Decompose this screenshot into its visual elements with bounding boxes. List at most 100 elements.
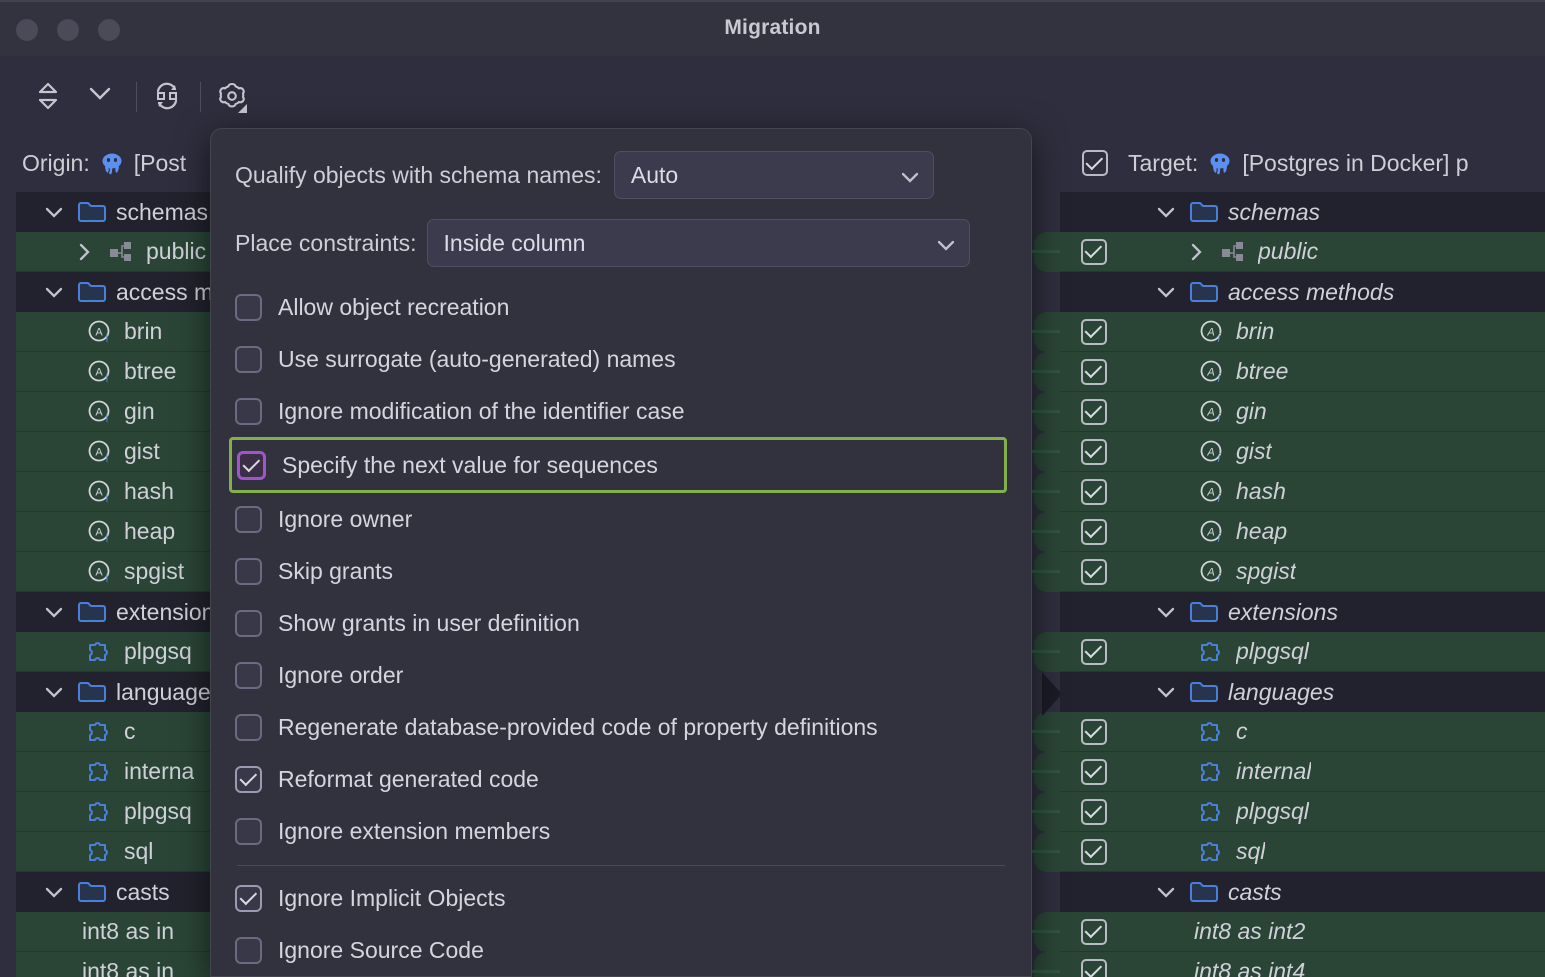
chevron-down-icon[interactable] xyxy=(34,686,74,698)
row-checkbox[interactable] xyxy=(1081,319,1107,345)
chevron-down-icon[interactable] xyxy=(1146,286,1186,298)
option-checkbox[interactable] xyxy=(235,714,262,741)
collapse-icon[interactable] xyxy=(78,74,122,118)
settings-option[interactable]: Ignore extension members xyxy=(235,805,1007,857)
tree-folder-row[interactable]: access methods xyxy=(1060,272,1545,312)
target-connection[interactable]: [Postgres in Docker] p xyxy=(1242,150,1468,177)
chevron-down-icon[interactable] xyxy=(901,162,919,189)
option-checkbox[interactable] xyxy=(237,451,266,480)
row-checkbox[interactable] xyxy=(1081,759,1107,785)
row-checkbox[interactable] xyxy=(1081,559,1107,585)
row-checkbox[interactable] xyxy=(1081,239,1107,265)
settings-option[interactable]: Ignore owner xyxy=(235,493,1007,545)
tree-leaf-row[interactable]: Aihash xyxy=(1060,472,1545,512)
option-checkbox[interactable] xyxy=(235,398,262,425)
chevron-down-icon[interactable] xyxy=(1146,206,1186,218)
chevron-down-icon[interactable] xyxy=(1146,886,1186,898)
row-checkbox-cell[interactable] xyxy=(1060,479,1128,505)
tree-folder-row[interactable]: schemas xyxy=(1060,192,1545,232)
chevron-down-icon[interactable] xyxy=(937,230,955,257)
tree-leaf-row[interactable]: internal xyxy=(1060,752,1545,792)
settings-option[interactable]: Ignore Implicit Objects xyxy=(235,872,1007,924)
row-checkbox-cell[interactable] xyxy=(1060,919,1128,945)
option-checkbox[interactable] xyxy=(235,885,262,912)
row-checkbox[interactable] xyxy=(1081,439,1107,465)
tree-folder-row[interactable]: extensions xyxy=(1060,592,1545,632)
chevron-down-icon[interactable] xyxy=(34,206,74,218)
settings-option[interactable]: Specify the next value for sequences xyxy=(229,437,1007,493)
place-constraints-select[interactable]: Inside column xyxy=(427,219,970,267)
chevron-down-icon[interactable] xyxy=(1146,606,1186,618)
row-checkbox-cell[interactable] xyxy=(1060,319,1128,345)
row-checkbox-cell[interactable] xyxy=(1060,639,1128,665)
row-checkbox[interactable] xyxy=(1081,359,1107,385)
option-checkbox[interactable] xyxy=(235,937,262,964)
row-checkbox-cell[interactable] xyxy=(1060,719,1128,745)
tree-leaf-row[interactable]: plpgsql xyxy=(1060,632,1545,672)
row-checkbox-cell[interactable] xyxy=(1060,839,1128,865)
option-checkbox[interactable] xyxy=(235,506,262,533)
tree-leaf-row[interactable]: Aispgist xyxy=(1060,552,1545,592)
tree-leaf-row[interactable]: Aibtree xyxy=(1060,352,1545,392)
row-checkbox[interactable] xyxy=(1081,719,1107,745)
row-checkbox-cell[interactable] xyxy=(1060,959,1128,977)
row-checkbox-cell[interactable] xyxy=(1060,759,1128,785)
option-checkbox[interactable] xyxy=(235,610,262,637)
row-checkbox[interactable] xyxy=(1081,519,1107,545)
settings-option[interactable]: Reformat generated code xyxy=(235,753,1007,805)
target-tree[interactable]: schemaspublicaccess methodsAibrinAibtree… xyxy=(1060,192,1545,977)
tree-leaf-row[interactable]: int8 as int2 xyxy=(1060,912,1545,952)
row-checkbox[interactable] xyxy=(1081,399,1107,425)
tree-leaf-row[interactable]: sql xyxy=(1060,832,1545,872)
settings-option[interactable]: Skip grants xyxy=(235,545,1007,597)
tree-leaf-row[interactable]: c xyxy=(1060,712,1545,752)
tree-leaf-row[interactable]: Aibrin xyxy=(1060,312,1545,352)
tree-leaf-row[interactable]: Aigin xyxy=(1060,392,1545,432)
settings-option[interactable]: Use surrogate (auto-generated) names xyxy=(235,333,1007,385)
tree-leaf-row[interactable]: Aiheap xyxy=(1060,512,1545,552)
row-checkbox[interactable] xyxy=(1081,959,1107,977)
row-checkbox-cell[interactable] xyxy=(1060,399,1128,425)
row-checkbox-cell[interactable] xyxy=(1060,439,1128,465)
origin-connection[interactable]: [Post xyxy=(134,150,186,177)
tree-folder-row[interactable]: languages xyxy=(1060,672,1545,712)
settings-option[interactable]: Ignore order xyxy=(235,649,1007,701)
row-checkbox-cell[interactable] xyxy=(1060,359,1128,385)
row-checkbox[interactable] xyxy=(1081,839,1107,865)
tree-leaf-row[interactable]: public xyxy=(1060,232,1545,272)
row-checkbox[interactable] xyxy=(1081,799,1107,825)
settings-option[interactable]: Ignore modification of the identifier ca… xyxy=(235,385,1007,437)
row-checkbox[interactable] xyxy=(1081,639,1107,665)
option-checkbox[interactable] xyxy=(235,346,262,373)
row-checkbox-cell[interactable] xyxy=(1060,559,1128,585)
chevron-down-icon[interactable] xyxy=(34,606,74,618)
tree-leaf-row[interactable]: plpgsql xyxy=(1060,792,1545,832)
row-checkbox-cell[interactable] xyxy=(1060,799,1128,825)
settings-option[interactable]: Allow object recreation xyxy=(235,281,1007,333)
qualify-objects-select[interactable]: Auto xyxy=(614,151,934,199)
tree-folder-row[interactable]: casts xyxy=(1060,872,1545,912)
chevron-right-icon[interactable] xyxy=(1176,243,1216,261)
option-checkbox[interactable] xyxy=(235,766,262,793)
option-checkbox[interactable] xyxy=(235,558,262,585)
row-checkbox-cell[interactable] xyxy=(1060,239,1128,265)
option-checkbox[interactable] xyxy=(235,294,262,321)
chevron-right-icon[interactable] xyxy=(64,243,104,261)
settings-option[interactable]: Show grants in user definition xyxy=(235,597,1007,649)
refresh-icon[interactable] xyxy=(145,74,189,118)
chevron-down-icon[interactable] xyxy=(34,286,74,298)
target-checkbox[interactable] xyxy=(1082,150,1108,176)
settings-option[interactable]: Ignore Source Code xyxy=(235,924,1007,976)
chevron-down-icon[interactable] xyxy=(34,886,74,898)
chevron-down-icon[interactable] xyxy=(1146,686,1186,698)
settings-gear-icon[interactable] xyxy=(210,74,254,118)
option-checkbox[interactable] xyxy=(235,662,262,689)
expand-collapse-all-icon[interactable] xyxy=(26,74,70,118)
row-checkbox-cell[interactable] xyxy=(1060,519,1128,545)
tree-leaf-row[interactable]: Aigist xyxy=(1060,432,1545,472)
settings-option[interactable]: Regenerate database-provided code of pro… xyxy=(235,701,1007,753)
row-checkbox[interactable] xyxy=(1081,479,1107,505)
tree-leaf-row[interactable]: int8 as int4 xyxy=(1060,952,1545,977)
row-checkbox[interactable] xyxy=(1081,919,1107,945)
option-checkbox[interactable] xyxy=(235,818,262,845)
